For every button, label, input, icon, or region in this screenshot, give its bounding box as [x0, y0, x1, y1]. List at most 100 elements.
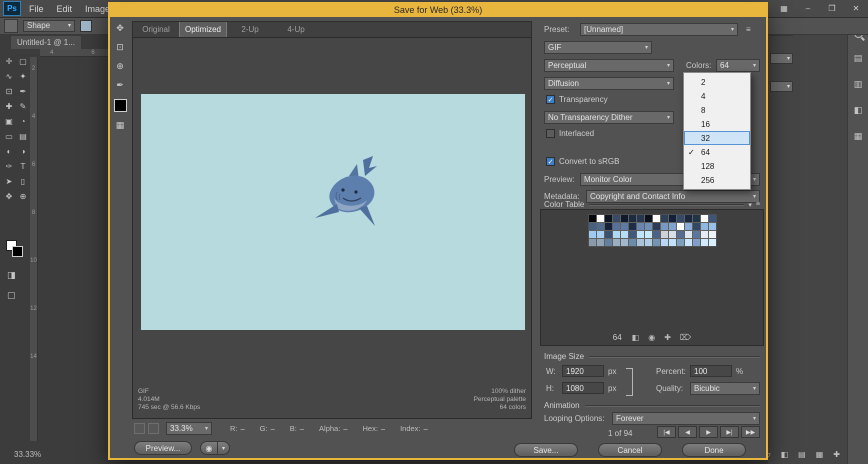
color-swatch[interactable] [708, 239, 716, 246]
previous-frame-button[interactable]: ◀ [678, 426, 697, 438]
panel-menu-icon[interactable]: ≡ [756, 201, 760, 208]
tool-mode-select[interactable]: Shape ▾ [23, 19, 75, 32]
preview-button[interactable]: Preview... [134, 441, 192, 455]
convert-srgb-checkbox[interactable]: ✓ [546, 157, 555, 166]
menu-edit[interactable]: Edit [57, 4, 73, 14]
colors-option-64[interactable]: ✓ 64 [684, 145, 750, 159]
marquee-tool[interactable]: ▢ [17, 57, 29, 67]
color-swatch[interactable] [644, 215, 652, 222]
color-swatch[interactable] [588, 223, 596, 230]
statusbar-icon[interactable] [134, 423, 145, 434]
pen-tool[interactable]: ✑ [3, 162, 15, 172]
width-input[interactable]: 1920 [562, 365, 604, 377]
libraries-panel-icon[interactable]: ▥ [854, 79, 863, 90]
quick-mask-icon[interactable]: ◨ [7, 270, 16, 281]
format-select[interactable]: GIF ▾ [544, 41, 652, 54]
move-tool[interactable]: ✛ [3, 57, 15, 67]
channels-icon[interactable]: ▦ [816, 450, 824, 459]
history-brush-tool[interactable]: ◔ [17, 117, 29, 127]
color-swatch[interactable] [684, 223, 692, 230]
color-swatch[interactable] [684, 231, 692, 238]
add-color-icon[interactable]: ✚ [664, 333, 671, 342]
color-swatch[interactable] [644, 239, 652, 246]
color-swatch[interactable] [652, 239, 660, 246]
slice-select-tool[interactable]: ⊡ [116, 42, 124, 53]
color-swatch[interactable] [636, 223, 644, 230]
last-frame-button[interactable]: ▶▶ [741, 426, 760, 438]
tab-optimized[interactable]: Optimized [179, 22, 227, 37]
color-swatch[interactable] [596, 215, 604, 222]
colors-option-128[interactable]: 128 [684, 159, 750, 173]
close-button[interactable]: ✕ [844, 0, 868, 17]
menu-image[interactable]: Image [85, 4, 110, 14]
document-tab[interactable]: Untitled-1 @ 1... [10, 35, 82, 49]
type-tool[interactable]: T [17, 162, 29, 172]
color-panel-icon[interactable]: ▤ [854, 53, 863, 64]
zoom-status[interactable]: 33.33% [14, 450, 41, 459]
workspace-icon[interactable]: ▦ [772, 0, 796, 17]
snap-web-palette-icon[interactable]: ◧ [632, 333, 640, 342]
color-swatch[interactable] [668, 215, 676, 222]
gradient-tool[interactable]: ▤ [17, 132, 29, 142]
dialog-title[interactable]: Save for Web (33.3%) [110, 4, 766, 17]
eyedropper-tool[interactable]: ✒ [116, 80, 124, 91]
color-swatch[interactable] [596, 231, 604, 238]
chevron-down-icon[interactable]: ▾ [218, 441, 230, 455]
maximize-button[interactable]: ❐ [820, 0, 844, 17]
color-swatch[interactable] [676, 223, 684, 230]
colors-option-8[interactable]: 8 [684, 103, 750, 117]
first-frame-button[interactable]: |◀ [657, 426, 676, 438]
color-swatch[interactable] [676, 215, 684, 222]
minimize-button[interactable]: – [796, 0, 820, 17]
delete-color-icon[interactable]: ⌦ [680, 333, 691, 342]
quality-select[interactable]: Bicubic ▾ [690, 382, 760, 395]
color-swatch[interactable] [636, 239, 644, 246]
eyedropper-color-swatch[interactable] [113, 99, 127, 112]
color-swatch[interactable] [660, 223, 668, 230]
color-swatch[interactable] [652, 215, 660, 222]
color-swatch[interactable] [588, 239, 596, 246]
adjustments-panel-icon[interactable]: ◧ [854, 105, 863, 116]
color-swatch[interactable] [684, 215, 692, 222]
collapsed-panel-select[interactable]: ▾ [770, 53, 793, 64]
color-swatch[interactable] [652, 223, 660, 230]
color-swatch[interactable] [660, 231, 668, 238]
hand-tool[interactable]: ✥ [116, 23, 124, 34]
zoom-tool[interactable]: ⊕ [17, 192, 29, 202]
preset-select[interactable]: [Unnamed] ▾ [580, 23, 738, 36]
color-swatch[interactable] [644, 223, 652, 230]
screen-mode-icon[interactable]: ▢ [7, 290, 16, 301]
eraser-tool[interactable]: ▭ [3, 132, 15, 142]
collapsed-panel-select[interactable]: ▾ [770, 81, 793, 92]
fill-color-chip[interactable] [80, 19, 92, 32]
color-swatch[interactable] [692, 215, 700, 222]
preset-menu-icon[interactable]: ≡ [746, 25, 751, 34]
color-swatch[interactable] [700, 223, 708, 230]
colors-option-4[interactable]: 4 [684, 89, 750, 103]
color-swatch[interactable] [708, 231, 716, 238]
add-icon[interactable]: ✚ [833, 450, 840, 459]
tab-2up[interactable]: 2-Up [227, 22, 273, 37]
zoom-tool[interactable]: ⊕ [116, 61, 124, 72]
color-swatch[interactable] [708, 223, 716, 230]
color-swatch[interactable] [700, 239, 708, 246]
healing-brush-tool[interactable]: ✚ [3, 102, 15, 112]
colors-select[interactable]: 64 ▾ [716, 59, 760, 72]
interlaced-checkbox[interactable] [546, 129, 555, 138]
color-swatch[interactable] [628, 223, 636, 230]
height-input[interactable]: 1080 [562, 382, 604, 394]
color-swatch[interactable] [636, 231, 644, 238]
color-swatch[interactable] [668, 223, 676, 230]
colors-option-32[interactable]: 32 [684, 131, 750, 145]
menu-file[interactable]: File [29, 4, 44, 14]
quick-selection-tool[interactable]: ✦ [17, 72, 29, 82]
background-color-swatch[interactable] [12, 246, 23, 257]
looping-select[interactable]: Forever ▾ [612, 412, 760, 425]
color-swatch[interactable] [604, 223, 612, 230]
color-swatch[interactable] [620, 231, 628, 238]
color-swatch[interactable] [612, 215, 620, 222]
shape-tool[interactable]: ▯ [17, 177, 29, 187]
color-swatch[interactable] [636, 215, 644, 222]
next-frame-button[interactable]: ▶| [720, 426, 739, 438]
color-swatch[interactable] [644, 231, 652, 238]
